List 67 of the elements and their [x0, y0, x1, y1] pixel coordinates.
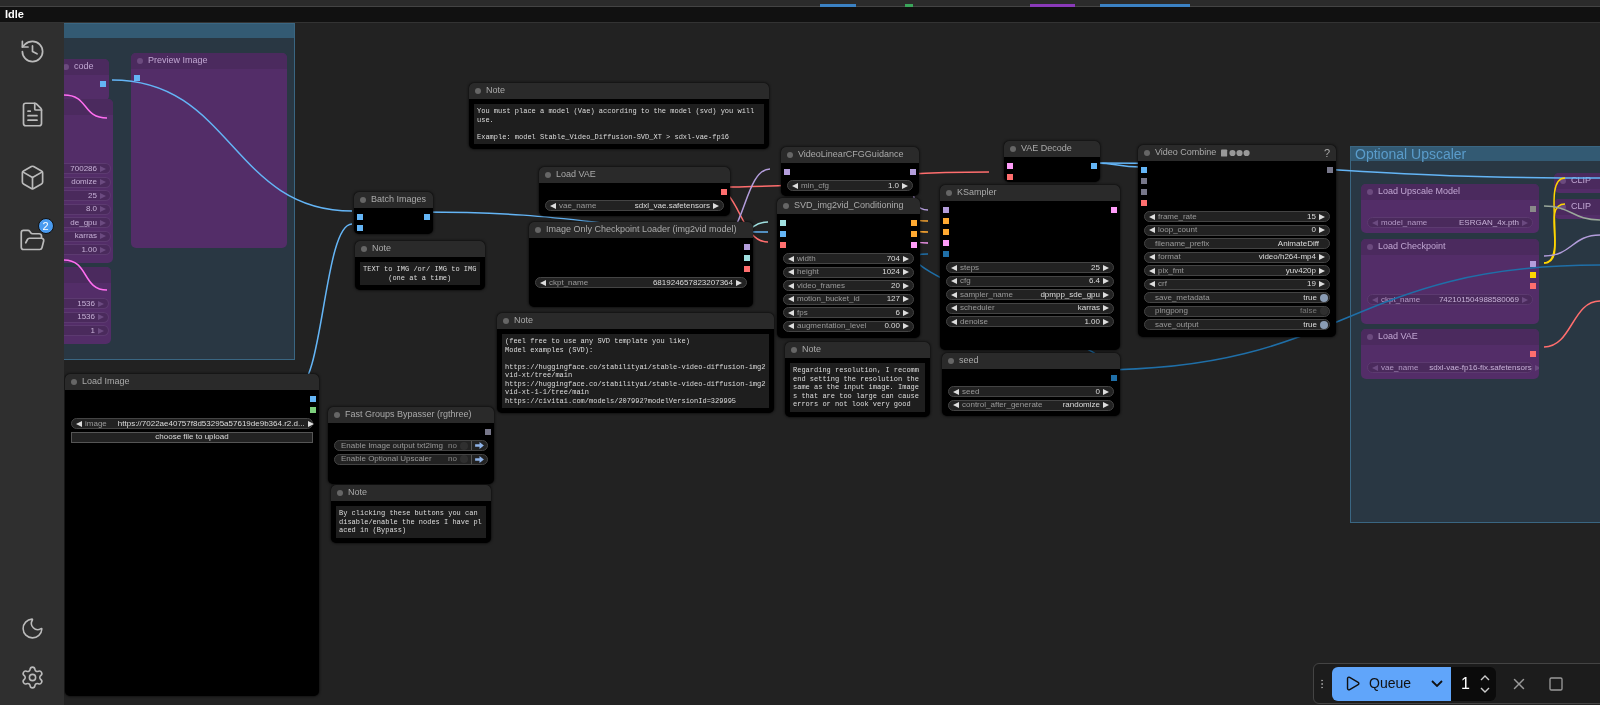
- node-title: Load VAE: [556, 168, 596, 182]
- node-title: VideoLinearCFGGuidance: [798, 148, 904, 162]
- help-mark[interactable]: ?: [1323, 145, 1330, 162]
- toggle-widget[interactable]: save_output true: [1144, 319, 1330, 330]
- node-title: code: [74, 60, 94, 74]
- combo-widget[interactable]: 1536: [64, 298, 109, 309]
- upload-button[interactable]: choose file to upload: [71, 431, 313, 443]
- toggle-widget[interactable]: Enable Optional Upscaler no: [334, 453, 488, 465]
- combo-widget[interactable]: steps 25: [946, 262, 1114, 273]
- node-title: Load Upscale Model: [1378, 185, 1461, 199]
- combo-widget[interactable]: de_gpu: [64, 217, 111, 228]
- combo-widget[interactable]: crf 19: [1144, 278, 1330, 290]
- node-title: Note: [514, 314, 533, 328]
- combo-widget[interactable]: denoise 1.00: [946, 316, 1114, 327]
- combo-widget[interactable]: karras: [64, 230, 111, 242]
- combo-widget[interactable]: format video/h264-mp4: [1144, 251, 1330, 263]
- node-title: Load Checkpoint: [1378, 240, 1446, 254]
- combo-widget[interactable]: 1536: [64, 311, 109, 323]
- combo-widget[interactable]: video_frames 20: [783, 280, 914, 291]
- node-title: Batch Images: [371, 193, 427, 207]
- combo-widget[interactable]: 1: [64, 325, 109, 336]
- count-field[interactable]: 1: [1451, 666, 1496, 701]
- toggle-widget[interactable]: Enable Image output txt2img no: [334, 440, 488, 451]
- node-title: Image Only Checkpoint Loader (img2vid model): [546, 223, 737, 237]
- combo-widget[interactable]: vae_name sdxl_vae.safetensors: [545, 200, 724, 211]
- text-widget[interactable]: filename_prefix AnimateDiff: [1144, 238, 1330, 249]
- combo-widget[interactable]: frame_rate 15: [1144, 211, 1330, 222]
- node-title: Note: [348, 486, 367, 500]
- node-title: CLIP: [1571, 200, 1591, 214]
- node-title: Video Combine: [1155, 146, 1217, 160]
- combo-widget[interactable]: fps 6: [783, 307, 914, 318]
- node-title: Load VAE: [1378, 330, 1418, 344]
- node-title: VAE Decode: [1021, 142, 1072, 156]
- node-title: Load Image: [82, 375, 130, 389]
- toggle-widget[interactable]: pingpong false: [1144, 305, 1330, 317]
- combo-widget[interactable]: scheduler karras: [946, 302, 1114, 314]
- combo-widget[interactable]: width 704: [783, 253, 914, 264]
- node-title: seed: [959, 354, 979, 368]
- combo-widget[interactable]: ckpt_name 681924657823207364: [535, 277, 747, 288]
- node-title: KSampler: [957, 186, 997, 200]
- status-text: Idle: [5, 7, 24, 23]
- node-title: Note: [486, 84, 505, 98]
- node-title: Fast Groups Bypasser (rgthree): [345, 408, 472, 422]
- node-title: Note: [802, 343, 821, 357]
- node-title: Note: [372, 242, 391, 256]
- count-badge: 2: [37, 218, 54, 234]
- combo-widget[interactable]: augmentation_level 0.00: [783, 320, 914, 332]
- queue-button[interactable]: Queue: [1332, 666, 1452, 701]
- combo-widget[interactable]: pix_fmt yuv420p: [1144, 265, 1330, 276]
- toggle-widget[interactable]: save_metadata true: [1144, 292, 1330, 303]
- combo-widget[interactable]: loop_count 0: [1144, 224, 1330, 236]
- combo-widget[interactable]: height 1024: [783, 266, 914, 278]
- combo-widget[interactable]: domize: [64, 176, 111, 188]
- combo-widget[interactable]: motion_bucket_id 127: [783, 293, 914, 305]
- combo-widget[interactable]: control_after_generate randomize: [948, 399, 1114, 411]
- combo-widget[interactable]: 8.0: [64, 203, 111, 215]
- combo-widget[interactable]: 700286: [64, 163, 111, 174]
- group-title: Optional Upscaler: [1355, 147, 1467, 161]
- combo-widget[interactable]: 1.00: [64, 244, 111, 255]
- combo-widget[interactable]: 25: [64, 190, 111, 201]
- node-title: SVD_img2vid_Conditioning: [794, 199, 904, 213]
- node-title: Preview Image: [148, 54, 208, 68]
- combo-widget[interactable]: seed 0: [948, 386, 1114, 397]
- combo-widget[interactable]: min_cfg 1.0: [787, 180, 913, 191]
- combo-widget[interactable]: cfg 6.4: [946, 275, 1114, 287]
- combo-widget[interactable]: sampler_name dpmpp_sde_gpu: [946, 289, 1114, 300]
- combo-widget[interactable]: image https://7022ae40757f8d53295a57619de9b364.r2.d...: [71, 418, 313, 429]
